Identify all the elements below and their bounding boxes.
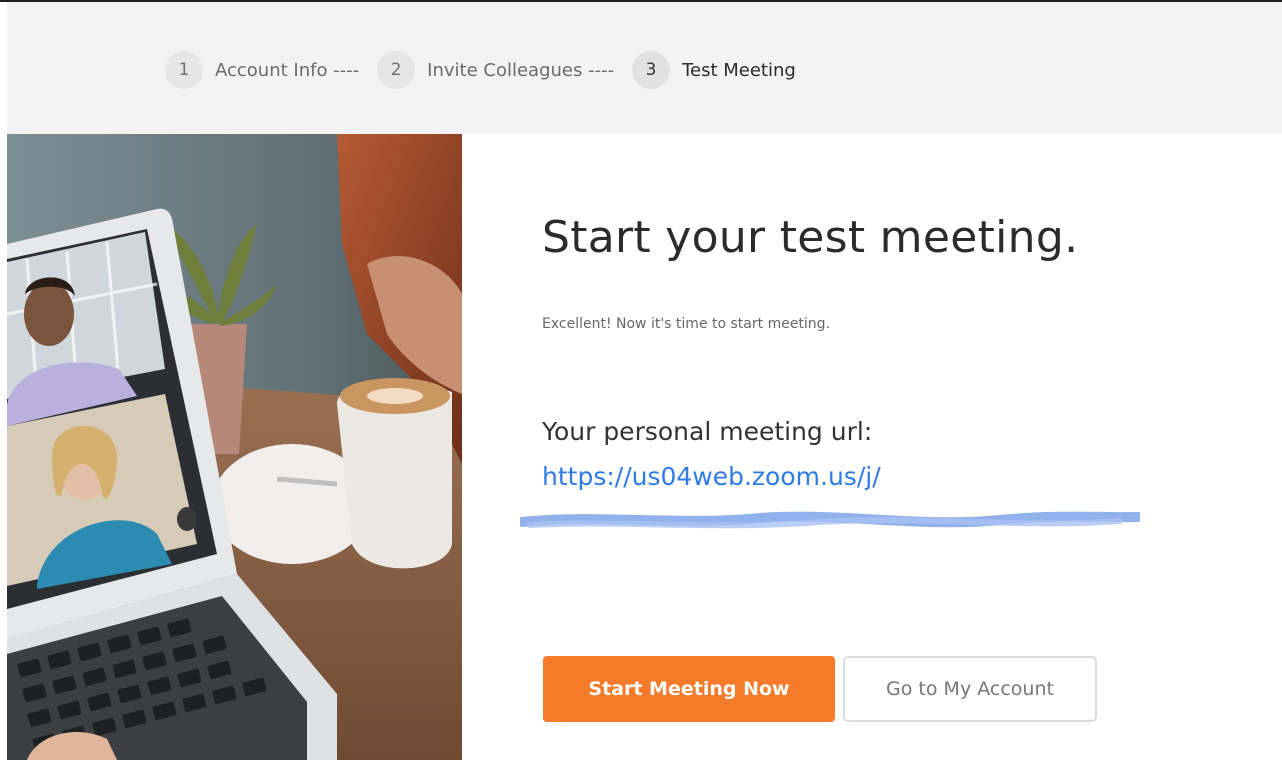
step-number: 3 xyxy=(632,51,671,89)
test-meeting-panel: Start your test meeting. Excellent! Now … xyxy=(462,134,1282,760)
meeting-url-label: Your personal meeting url: xyxy=(542,417,873,446)
progress-stepper: 1 Account Info ---- 2 Invite Colleagues … xyxy=(7,2,1282,134)
step-account-info: 1 Account Info ---- xyxy=(165,51,359,89)
step-invite-colleagues: 2 Invite Colleagues ---- xyxy=(377,51,614,89)
meeting-url-link[interactable]: https://us04web.zoom.us/j/ xyxy=(542,462,881,491)
step-number: 2 xyxy=(377,51,416,89)
step-label: Test Meeting xyxy=(682,59,796,81)
step-test-meeting: 3 Test Meeting xyxy=(632,51,796,89)
start-meeting-button[interactable]: Start Meeting Now xyxy=(543,656,835,722)
step-label: Invite Colleagues ---- xyxy=(427,59,615,81)
step-number: 1 xyxy=(165,51,203,89)
page-title: Start your test meeting. xyxy=(542,212,1079,263)
go-to-account-button[interactable]: Go to My Account xyxy=(843,656,1097,722)
page-subtitle: Excellent! Now it's time to start meetin… xyxy=(542,316,831,332)
step-label: Account Info ---- xyxy=(215,59,360,81)
redaction-scribble xyxy=(517,508,1143,532)
stepper-steps: 1 Account Info ---- 2 Invite Colleagues … xyxy=(165,49,814,91)
video-call-photo xyxy=(7,134,462,760)
